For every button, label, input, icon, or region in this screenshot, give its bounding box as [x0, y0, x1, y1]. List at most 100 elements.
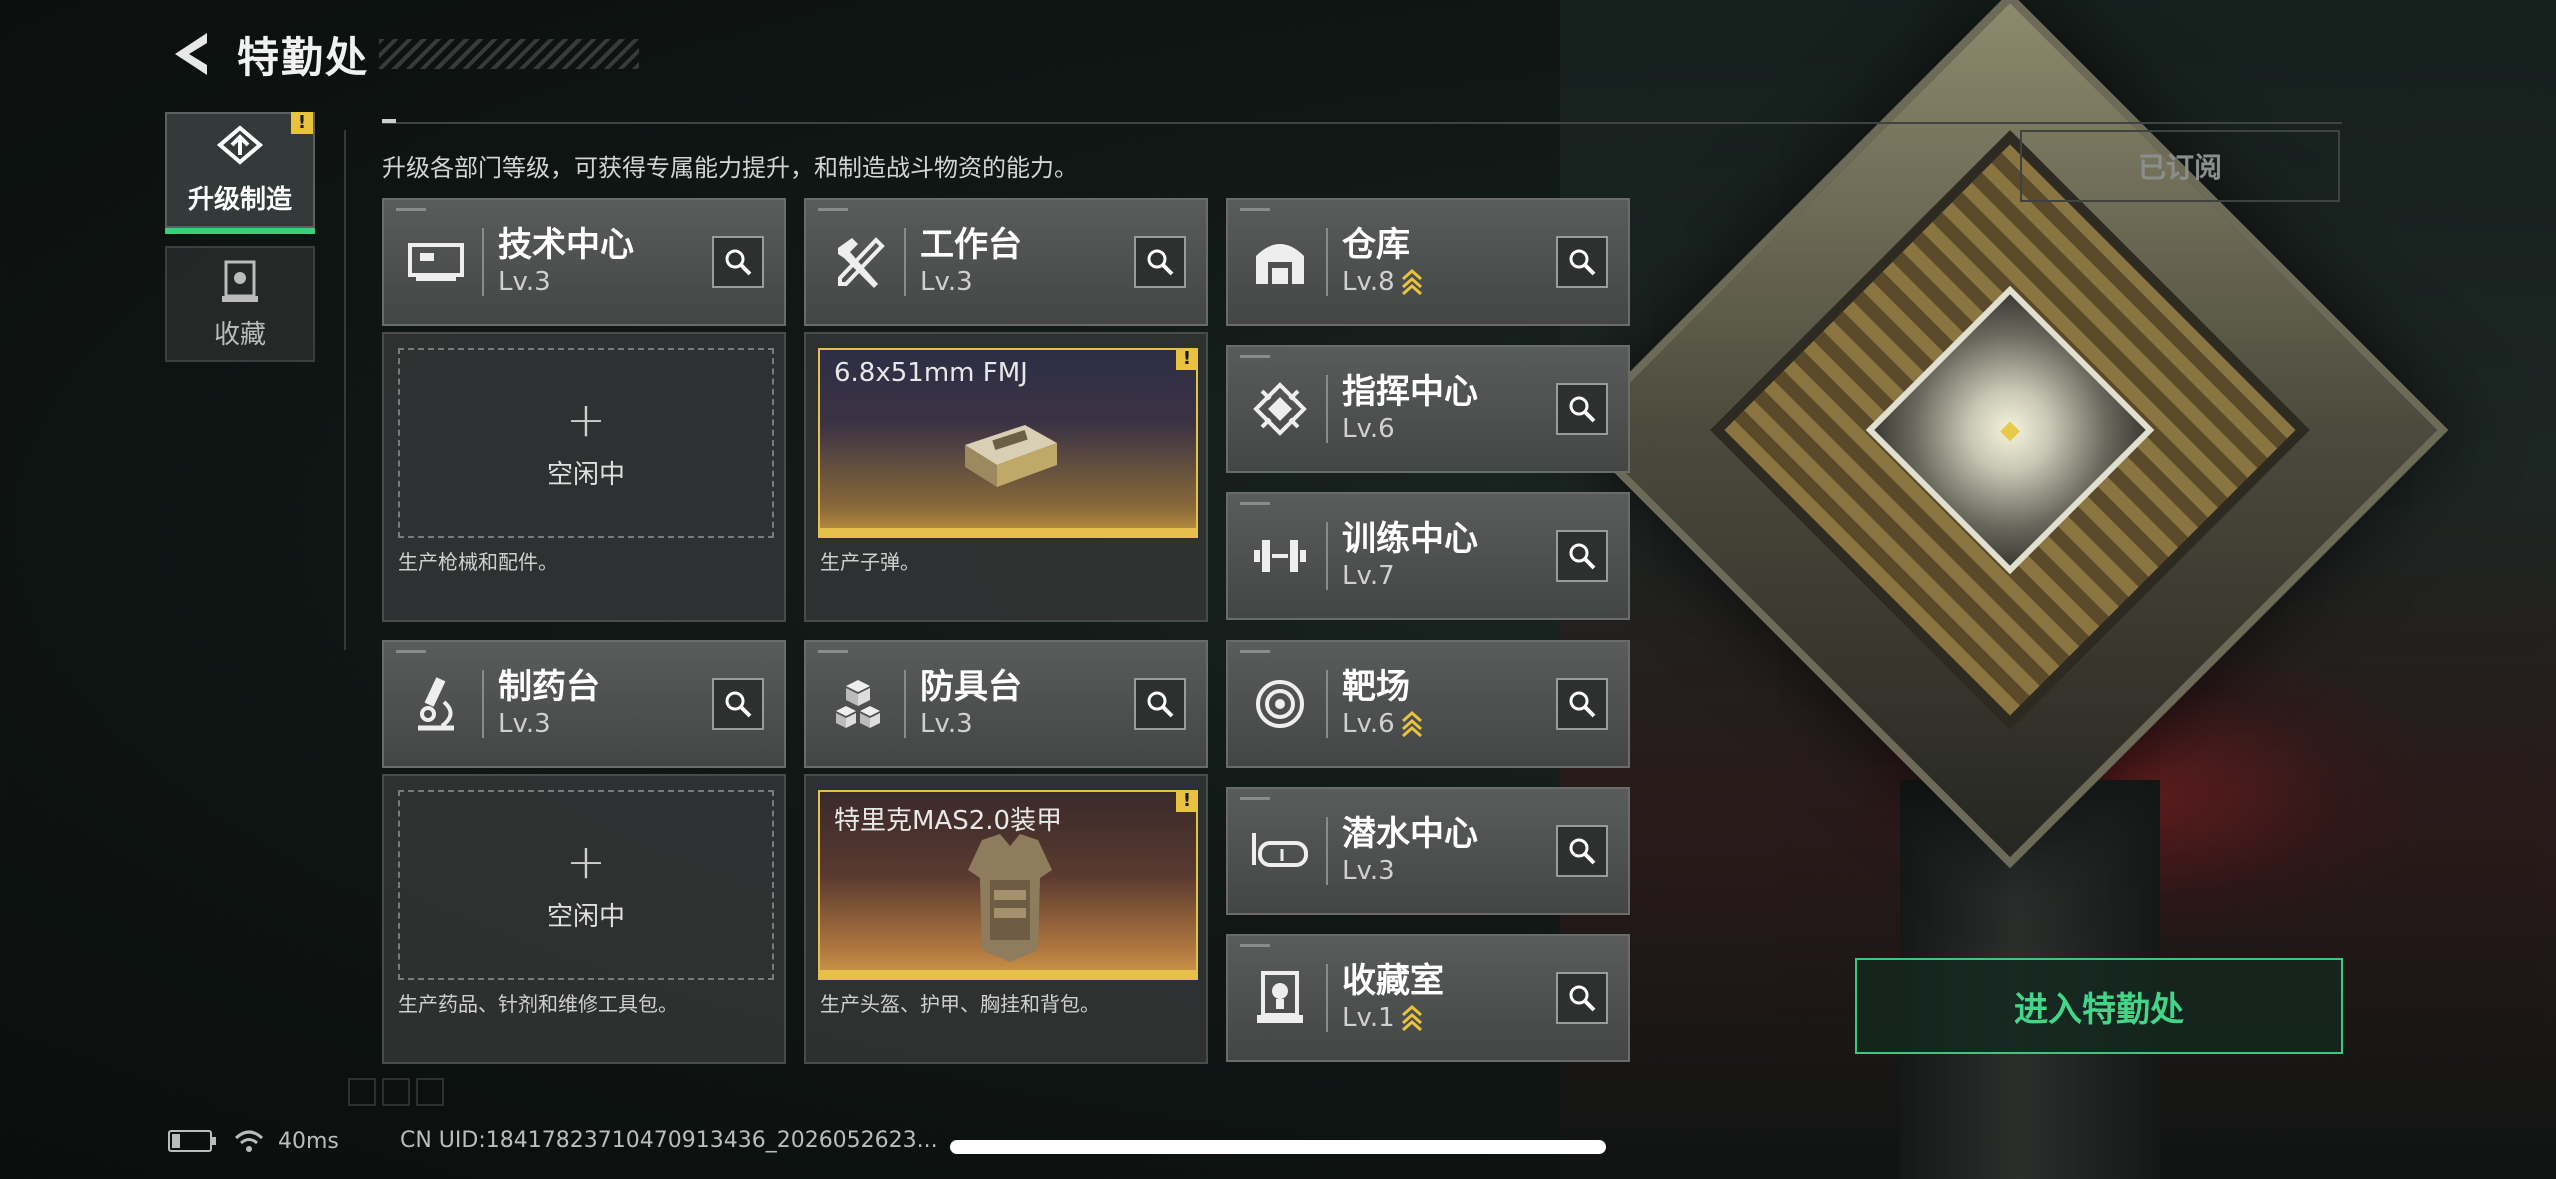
- nav-warning-badge: !: [291, 112, 313, 134]
- dept-level: Lv.3: [498, 267, 551, 297]
- card-separator: [904, 228, 906, 296]
- enter-special-ops-button[interactable]: 进入特勤处: [1855, 958, 2343, 1054]
- card-separator: [904, 670, 906, 738]
- status-bar: 40ms: [168, 1128, 339, 1154]
- header: 特勤处: [165, 24, 640, 84]
- workbench-search-button[interactable]: [1134, 236, 1186, 288]
- dept-card-range[interactable]: 靶场 Lv.6: [1226, 640, 1630, 768]
- training-search-button[interactable]: [1556, 530, 1608, 582]
- tech-idle-slot[interactable]: + 空闲中: [398, 348, 774, 538]
- idle-label: 空闲中: [546, 459, 625, 490]
- warehouse-icon: [1240, 222, 1320, 302]
- microscope-icon: [396, 664, 476, 744]
- dept-name: 靶场: [1342, 667, 1410, 707]
- collection-room-search-button[interactable]: [1556, 972, 1608, 1024]
- dept-card-warehouse[interactable]: 仓库 Lv.8: [1226, 198, 1630, 326]
- dept-name: 制药台: [498, 667, 600, 707]
- collection-icon: [222, 260, 258, 302]
- nav-collection-label: 收藏: [213, 319, 266, 350]
- search-icon: [725, 249, 752, 276]
- nav-collection[interactable]: 收藏: [165, 246, 315, 362]
- ammo-box-image: [965, 425, 1057, 487]
- subscribed-button[interactable]: 已订阅: [2020, 130, 2340, 202]
- dept-level: Lv.3: [920, 709, 973, 739]
- user-uid: CN UID:18417823710470913436_2026052623..…: [400, 1128, 938, 1153]
- dept-name: 潜水中心: [1342, 814, 1478, 854]
- idle-label: 空闲中: [546, 901, 625, 932]
- dept-level: Lv.3: [498, 709, 551, 739]
- card-separator: [1326, 228, 1328, 296]
- dumbbell-icon: [1240, 516, 1320, 596]
- dept-name: 工作台: [920, 225, 1022, 265]
- card-separator: [1326, 522, 1328, 590]
- armory-desc: 生产头盔、护甲、胸挂和背包。: [820, 992, 1100, 1016]
- card-separator: [482, 228, 484, 296]
- pharmacy-desc: 生产药品、针剂和维修工具包。: [398, 992, 678, 1016]
- command-center-icon: [1240, 369, 1320, 449]
- back-button[interactable]: [165, 26, 215, 82]
- upgrade-available-icon: [1401, 269, 1423, 295]
- add-icon: +: [565, 833, 607, 890]
- upgrade-available-icon: [1401, 1005, 1423, 1031]
- search-icon: [1569, 691, 1596, 718]
- pharmacy-search-button[interactable]: [712, 678, 764, 730]
- dept-name: 仓库: [1342, 225, 1410, 265]
- range-search-button[interactable]: [1556, 678, 1608, 730]
- card-separator: [482, 670, 484, 738]
- dept-name: 技术中心: [498, 225, 634, 265]
- product-warning-badge: !: [1176, 350, 1196, 370]
- divider-vertical: [344, 130, 346, 650]
- product-progress-bar: [820, 970, 1196, 978]
- trophy-case-icon: [1240, 958, 1320, 1038]
- dept-card-tech[interactable]: 技术中心 Lv.3: [382, 198, 786, 326]
- dept-card-armory[interactable]: 防具台 Lv.3: [804, 640, 1208, 768]
- command-search-button[interactable]: [1556, 383, 1608, 435]
- search-icon: [1569, 985, 1596, 1012]
- dept-card-command[interactable]: 指挥中心 Lv.6: [1226, 345, 1630, 473]
- search-icon: [1569, 249, 1596, 276]
- warehouse-search-button[interactable]: [1556, 236, 1608, 288]
- title-stripe-decoration: [379, 39, 640, 69]
- search-icon: [1569, 543, 1596, 570]
- dept-level: Lv.6: [1342, 414, 1395, 444]
- search-icon: [1147, 249, 1174, 276]
- dept-level: Lv.3: [920, 267, 973, 297]
- dept-card-pharmacy[interactable]: 制药台 Lv.3: [382, 640, 786, 768]
- wifi-icon: [234, 1130, 264, 1152]
- dept-card-diving[interactable]: 潜水中心 Lv.3: [1226, 787, 1630, 915]
- nav-upgrade-label: 升级制造: [187, 184, 292, 215]
- divider-top: [382, 122, 2342, 124]
- dept-card-workbench[interactable]: 工作台 Lv.3: [804, 198, 1208, 326]
- hammer-wrench-icon: [818, 222, 898, 302]
- diving-search-button[interactable]: [1556, 825, 1608, 877]
- dept-card-collection-room[interactable]: 收藏室 Lv.1: [1226, 934, 1630, 1062]
- workbench-desc: 生产子弹。: [820, 550, 920, 574]
- battery-icon: [168, 1130, 216, 1152]
- search-icon: [1569, 838, 1596, 865]
- dept-name: 收藏室: [1342, 961, 1444, 1001]
- dept-level: Lv.1: [1342, 1003, 1395, 1033]
- add-icon: +: [565, 391, 607, 448]
- card-separator: [1326, 375, 1328, 443]
- divider-mark: [382, 119, 396, 123]
- dept-name: 指挥中心: [1342, 372, 1478, 412]
- pharmacy-idle-slot[interactable]: + 空闲中: [398, 790, 774, 980]
- tech-desc: 生产枪械和配件。: [398, 550, 558, 574]
- tech-search-button[interactable]: [712, 236, 764, 288]
- dept-name: 训练中心: [1342, 519, 1478, 559]
- product-warning-badge: !: [1176, 792, 1196, 812]
- pharmacy-production-panel: + 空闲中 生产药品、针剂和维修工具包。: [382, 774, 786, 1064]
- dept-card-training[interactable]: 训练中心 Lv.7: [1226, 492, 1630, 620]
- home-indicator[interactable]: [950, 1140, 1606, 1154]
- page-description: 升级各部门等级，可获得专属能力提升，和制造战斗物资的能力。: [382, 154, 1078, 182]
- dept-level: Lv.7: [1342, 561, 1395, 591]
- armor-cubes-icon: [818, 664, 898, 744]
- armory-product-slot[interactable]: 特里克MAS2.0装甲 !: [818, 790, 1198, 980]
- tech-production-panel: + 空闲中 生产枪械和配件。: [382, 332, 786, 622]
- workbench-product-slot[interactable]: 6.8x51mm FMJ !: [818, 348, 1198, 538]
- nav-active-underline: [165, 228, 315, 234]
- ping-value: 40ms: [278, 1128, 339, 1154]
- decorative-squares: [348, 1078, 444, 1106]
- nav-upgrade-manufacture[interactable]: ! 升级制造: [165, 112, 315, 234]
- armory-search-button[interactable]: [1134, 678, 1186, 730]
